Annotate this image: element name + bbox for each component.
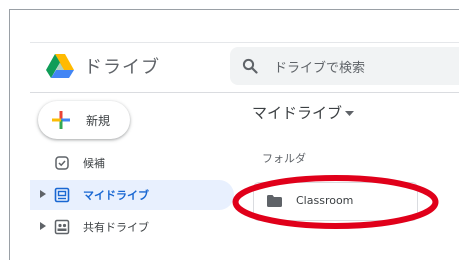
drive-icon — [54, 187, 70, 203]
app-name: ドライブ — [84, 57, 160, 78]
top-divider — [30, 42, 459, 43]
search-icon[interactable] — [242, 58, 258, 74]
section-label-folders: フォルダ — [262, 152, 306, 165]
expand-arrow-icon[interactable] — [40, 190, 46, 198]
check-box-icon — [55, 156, 69, 170]
sidebar-item-label: マイドライブ — [83, 189, 149, 202]
red-highlight-ellipse — [232, 175, 439, 229]
page-title[interactable]: マイドライブ — [252, 102, 342, 123]
sidebar-item-my-drive[interactable]: マイドライブ — [30, 180, 234, 210]
search-placeholder: ドライブで検索 — [274, 61, 366, 76]
google-drive-logo-icon — [46, 54, 74, 78]
shared-drive-icon — [54, 219, 70, 235]
sidebar-item-suggested[interactable]: 候補 — [30, 148, 234, 178]
expand-arrow-icon[interactable] — [40, 222, 46, 230]
plus-icon — [52, 111, 70, 129]
new-button[interactable]: 新規 — [38, 101, 130, 139]
chevron-down-icon[interactable] — [345, 111, 354, 116]
new-button-label: 新規 — [86, 114, 111, 128]
sidebar-item-label: 候補 — [83, 157, 105, 170]
content-header-divider — [30, 92, 459, 93]
sidebar-item-label: 共有ドライブ — [83, 221, 149, 234]
sidebar-item-shared-drives[interactable]: 共有ドライブ — [30, 212, 234, 242]
search-input[interactable]: ドライブで検索 — [230, 47, 459, 85]
